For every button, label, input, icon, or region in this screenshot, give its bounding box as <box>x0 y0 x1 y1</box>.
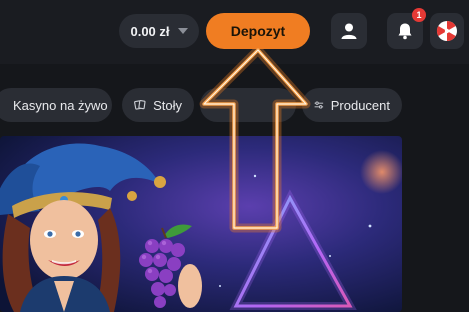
category-label: Kasyno na żywo <box>13 97 108 113</box>
chevron-down-icon <box>177 28 188 34</box>
cards-icon <box>134 100 146 110</box>
category-live-casino[interactable]: Kasyno na żywo <box>0 88 112 122</box>
deposit-button[interactable]: Depozyt <box>206 13 310 49</box>
promotions-button[interactable] <box>430 13 464 49</box>
bell-icon <box>398 23 412 40</box>
profile-button[interactable] <box>331 13 367 49</box>
category-provider[interactable]: Producent <box>302 88 402 122</box>
filter-sliders-icon <box>314 101 324 109</box>
deposit-label: Depozyt <box>230 23 286 39</box>
peppermint-icon <box>436 20 457 42</box>
balance-value: 0.00 zł <box>130 23 170 39</box>
banner-artwork <box>0 136 402 312</box>
top-bar: 0.00 zł Depozyt 1 <box>0 0 469 64</box>
balance-selector[interactable]: 0.00 zł <box>119 14 199 48</box>
user-icon <box>341 23 357 39</box>
category-hidden[interactable] <box>200 88 296 122</box>
category-label: Producent <box>330 97 390 113</box>
notification-badge: 1 <box>412 8 426 22</box>
category-label: Stoły <box>153 97 182 113</box>
promo-banner[interactable] <box>0 136 402 312</box>
category-tables[interactable]: Stoły <box>122 88 194 122</box>
